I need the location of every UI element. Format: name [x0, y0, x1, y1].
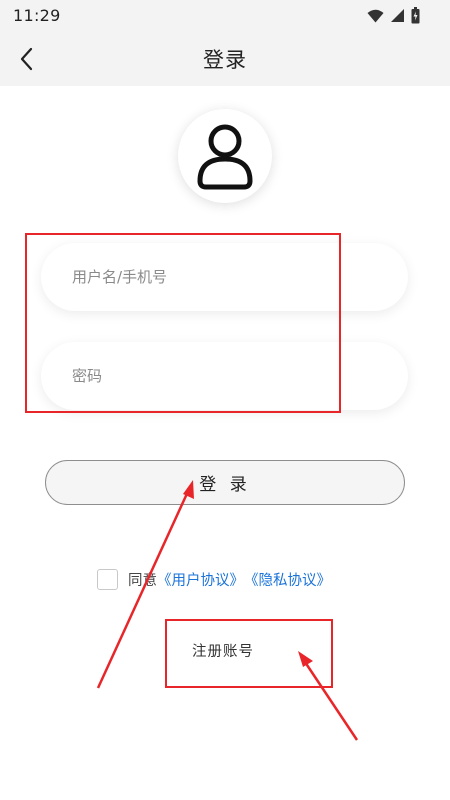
username-field-container [41, 243, 408, 311]
password-field-container [41, 342, 408, 410]
status-bar: 11:29 [0, 0, 450, 32]
battery-icon [411, 7, 420, 24]
title-bar: 登录 [0, 32, 450, 86]
wifi-icon [367, 9, 384, 22]
agreement-checkbox[interactable] [97, 568, 118, 590]
user-agreement-link[interactable]: 《用户协议》 [157, 569, 244, 590]
password-input[interactable] [41, 342, 408, 410]
login-screen: 11:29 登录 用户名/手机号 登 录 同意 《用户协议》 《隐私协议》 注册… [0, 0, 450, 800]
register-link[interactable]: 注册账号 [192, 640, 254, 661]
privacy-policy-link[interactable]: 《隐私协议》 [244, 569, 331, 590]
status-icons [367, 7, 420, 24]
signal-icon [391, 9, 404, 22]
agreement-row: 同意 《用户协议》 《隐私协议》 [97, 567, 331, 591]
agreement-prefix: 同意 [128, 572, 157, 589]
annotation-arrowhead-register [298, 651, 313, 667]
username-input[interactable] [41, 243, 408, 311]
status-time: 11:29 [13, 6, 61, 25]
login-button[interactable]: 登 录 [45, 460, 405, 505]
page-title: 登录 [203, 48, 247, 72]
user-icon [197, 124, 253, 190]
avatar [178, 109, 272, 203]
annotation-arrow-register [301, 658, 359, 741]
